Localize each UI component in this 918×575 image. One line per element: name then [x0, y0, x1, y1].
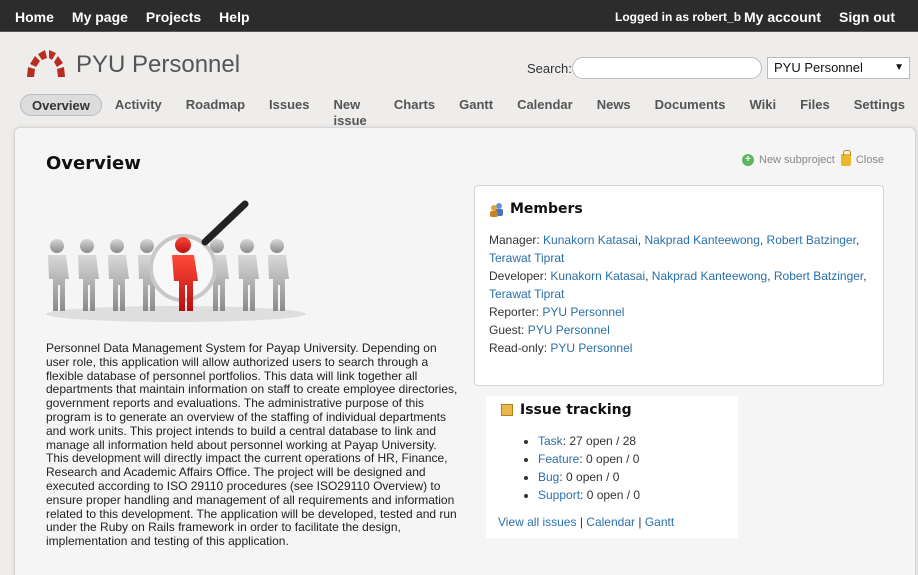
list-item: Support: 0 open / 0 — [538, 486, 726, 504]
issue-tracking-box: Issue tracking Task: 27 open / 28 Featur… — [486, 396, 738, 538]
search-input[interactable] — [572, 57, 762, 79]
logged-as: Logged in as robert_b — [615, 10, 741, 24]
tracker-link-feature[interactable]: Feature — [538, 452, 579, 466]
member-link[interactable]: Terawat Tiprat — [489, 251, 564, 265]
developer-label: Developer: — [489, 269, 548, 283]
member-link[interactable]: Kunakorn Katasai — [550, 269, 645, 283]
members-title: Members — [489, 201, 869, 217]
top-menu-my-page[interactable]: My page — [72, 9, 128, 25]
top-menu-home[interactable]: Home — [15, 9, 54, 25]
members-developer-row: Developer: Kunakorn Katasai, Nakprad Kan… — [489, 269, 867, 301]
manager-label: Manager: — [489, 233, 540, 247]
tab-charts[interactable]: Charts — [383, 94, 446, 116]
tab-overview[interactable]: Overview — [20, 94, 102, 116]
tracker-list: Task: 27 open / 28 Feature: 0 open / 0 B… — [538, 432, 726, 504]
member-link[interactable]: PYU Personnel — [528, 323, 610, 337]
reporter-label: Reporter: — [489, 305, 540, 319]
top-menu-help[interactable]: Help — [219, 9, 249, 25]
member-link[interactable]: Nakprad Kanteewong — [652, 269, 767, 283]
calendar-link[interactable]: Calendar — [586, 515, 635, 529]
member-link[interactable]: Nakprad Kanteewong — [644, 233, 759, 247]
tab-activity[interactable]: Activity — [104, 94, 173, 116]
list-item: Bug: 0 open / 0 — [538, 468, 726, 486]
personnel-banner-image — [46, 200, 306, 322]
member-link[interactable]: PYU Personnel — [550, 341, 632, 355]
members-manager-row: Manager: Kunakorn Katasai, Nakprad Kante… — [489, 233, 860, 265]
close-project-link[interactable]: Close — [856, 154, 884, 166]
separator: | — [638, 515, 642, 529]
separator: | — [579, 515, 583, 529]
top-menu-left: Home My page Projects Help — [15, 9, 268, 25]
contextual-actions: + New subproject Close — [742, 150, 884, 166]
member-link[interactable]: Terawat Tiprat — [489, 287, 564, 301]
member-link[interactable]: Robert Batzinger — [767, 233, 856, 247]
list-item: Feature: 0 open / 0 — [538, 450, 726, 468]
project-jump-select[interactable]: PYU Personnel ▼ — [767, 57, 910, 79]
tracker-stats: : 0 open / 0 — [580, 488, 641, 502]
issue-tracking-icon — [501, 404, 513, 416]
tab-calendar[interactable]: Calendar — [506, 94, 584, 116]
search-label: Search: — [527, 61, 572, 76]
project-title: PYU Personnel — [76, 51, 241, 78]
my-account-link[interactable]: My account — [744, 9, 821, 25]
list-item: Task: 27 open / 28 — [538, 432, 726, 450]
tab-files[interactable]: Files — [789, 94, 841, 116]
tracker-stats: : 0 open / 0 — [559, 470, 620, 484]
tab-roadmap[interactable]: Roadmap — [175, 94, 256, 116]
tab-new-issue[interactable]: New issue — [323, 94, 381, 128]
issue-tracking-title-text: Issue tracking — [520, 402, 632, 418]
issue-tracking-title: Issue tracking — [498, 402, 726, 418]
gantt-link[interactable]: Gantt — [645, 515, 674, 529]
members-list: Manager: Kunakorn Katasai, Nakprad Kante… — [489, 231, 869, 357]
logged-as-prefix: Logged in as — [615, 10, 693, 24]
top-menu: Home My page Projects Help Logged in as … — [0, 0, 918, 32]
header: PYU Personnel Search: PYU Personnel ▼ Ov… — [0, 33, 918, 128]
members-guest-row: Guest: PYU Personnel — [489, 321, 869, 339]
member-link[interactable]: PYU Personnel — [542, 305, 624, 319]
tab-issues[interactable]: Issues — [258, 94, 320, 116]
tracker-link-bug[interactable]: Bug — [538, 470, 559, 484]
content-panel: Overview + New subproject Close Personne… — [14, 127, 916, 575]
lock-icon — [840, 150, 851, 166]
guest-label: Guest: — [489, 323, 525, 337]
view-all-issues-link[interactable]: View all issues — [498, 515, 576, 529]
tab-settings[interactable]: Settings — [843, 94, 916, 116]
members-readonly-row: Read-only: PYU Personnel — [489, 339, 869, 357]
new-subproject-link[interactable]: New subproject — [759, 154, 835, 166]
dropdown-arrow-icon: ▼ — [894, 62, 904, 73]
main-menu: Overview Activity Roadmap Issues New iss… — [20, 94, 918, 128]
tab-wiki[interactable]: Wiki — [738, 94, 787, 116]
tracker-stats: : 0 open / 0 — [579, 452, 640, 466]
page-title: Overview — [46, 153, 141, 174]
tracker-stats: : 27 open / 28 — [562, 434, 637, 448]
tab-news[interactable]: News — [586, 94, 642, 116]
member-link[interactable]: Kunakorn Katasai — [543, 233, 638, 247]
issue-links: View all issues | Calendar | Gantt — [498, 515, 726, 529]
members-reporter-row: Reporter: PYU Personnel — [489, 303, 869, 321]
member-link[interactable]: Robert Batzinger — [774, 269, 863, 283]
members-box: Members Manager: Kunakorn Katasai, Nakpr… — [474, 185, 884, 386]
project-jump-value: PYU Personnel — [774, 60, 863, 75]
logo-icon — [27, 50, 65, 77]
add-icon: + — [742, 154, 754, 166]
tracker-link-task[interactable]: Task — [538, 434, 563, 448]
members-title-text: Members — [510, 201, 583, 217]
tracker-link-support[interactable]: Support — [538, 488, 580, 502]
top-menu-projects[interactable]: Projects — [146, 9, 201, 25]
project-description: Personnel Data Management System for Pay… — [46, 341, 458, 549]
sign-out-link[interactable]: Sign out — [839, 9, 895, 25]
tab-documents[interactable]: Documents — [644, 94, 737, 116]
top-menu-right: My account Sign out — [726, 9, 895, 25]
tab-gantt[interactable]: Gantt — [448, 94, 504, 116]
readonly-label: Read-only: — [489, 341, 548, 355]
members-icon — [490, 203, 503, 217]
